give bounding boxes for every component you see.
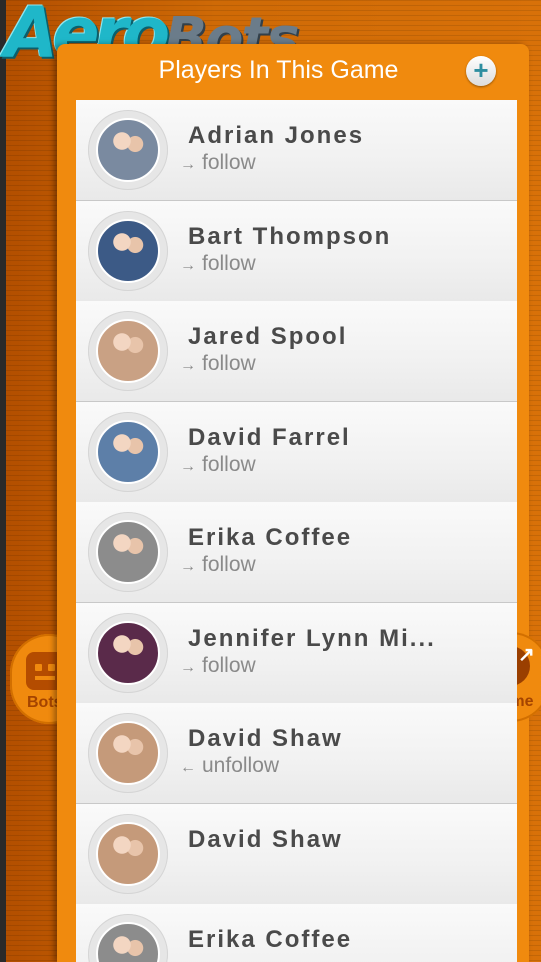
player-name: Erika Coffee (188, 926, 353, 953)
player-row[interactable]: David Shaw (76, 803, 517, 905)
plus-icon: + (473, 55, 489, 85)
player-name: Jared Spool (188, 323, 348, 350)
player-name: Erika Coffee (188, 524, 353, 551)
expand-arrow-icon: ↗ (518, 644, 535, 666)
arrow-right-icon: → (180, 457, 196, 475)
avatar-frame (88, 512, 168, 592)
player-name: Bart Thompson (188, 222, 392, 250)
background-edge (0, 0, 6, 962)
player-row[interactable]: David Farrel → follow (76, 401, 517, 503)
follow-label: follow (202, 352, 256, 375)
avatar-frame (88, 411, 168, 492)
arrow-right-icon: → (180, 156, 196, 173)
follow-link[interactable]: → follow (180, 453, 256, 477)
player-row[interactable]: Jennifer Lynn Mi... → follow (76, 602, 517, 704)
arrow-right-icon: → (180, 658, 196, 676)
player-row[interactable]: Adrian Jones → follow (76, 100, 517, 201)
player-name: Adrian Jones (188, 122, 365, 149)
avatar-frame (88, 210, 168, 291)
avatar-frame (88, 311, 168, 391)
unfollow-link[interactable]: ← unfollow (180, 754, 279, 778)
follow-label: follow (202, 151, 256, 174)
player-row[interactable]: Erika Coffee → follow (76, 502, 517, 603)
player-row[interactable]: Jared Spool → follow (76, 301, 517, 402)
avatar-frame (88, 914, 168, 962)
arrow-right-icon: → (180, 558, 196, 575)
follow-label: follow (202, 653, 256, 677)
player-list: Adrian Jones → follow Bart Thompson → follow J… (76, 100, 517, 962)
player-row[interactable]: David Shaw ← unfollow (76, 703, 517, 804)
arrow-right-icon: → (180, 256, 196, 274)
player-row[interactable]: Erika Coffee (76, 904, 517, 962)
avatar-frame (88, 813, 168, 894)
avatar-frame (88, 110, 168, 190)
follow-link[interactable]: → follow (180, 352, 256, 376)
avatar[interactable] (96, 821, 160, 886)
player-name: David Shaw (188, 725, 343, 752)
follow-label: unfollow (202, 754, 280, 777)
avatar[interactable] (96, 118, 160, 182)
arrow-left-icon: ← (180, 759, 196, 776)
avatar[interactable] (96, 922, 160, 962)
avatar[interactable] (96, 721, 160, 785)
avatar[interactable] (96, 319, 160, 383)
player-name: Jennifer Lynn Mi... (188, 624, 436, 652)
follow-link[interactable]: → follow (180, 553, 256, 577)
avatar[interactable] (96, 620, 160, 685)
arrow-right-icon: → (180, 357, 196, 374)
follow-link[interactable]: → follow (180, 252, 256, 276)
follow-label: follow (202, 452, 256, 476)
follow-link[interactable]: → follow (180, 654, 256, 678)
add-player-button[interactable]: + (466, 56, 496, 86)
avatar[interactable] (96, 520, 160, 584)
player-row[interactable]: Bart Thompson → follow (76, 200, 517, 302)
follow-label: follow (202, 251, 256, 275)
avatar[interactable] (96, 419, 160, 484)
player-name: David Farrel (188, 423, 351, 451)
panel-title: Players In This Game (158, 56, 399, 84)
follow-label: follow (202, 553, 256, 576)
avatar[interactable] (96, 218, 160, 283)
player-name: David Shaw (188, 825, 343, 853)
avatar-frame (88, 713, 168, 793)
follow-link[interactable]: → follow (180, 151, 256, 175)
avatar-frame (88, 612, 168, 693)
